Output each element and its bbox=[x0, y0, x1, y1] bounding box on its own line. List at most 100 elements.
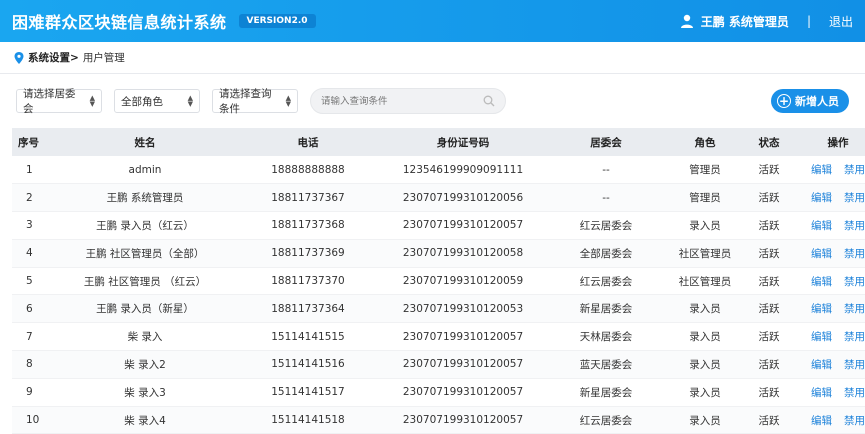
table-row: 8柴 录入2 15114141516 230707199310120057 蓝天居委会… bbox=[12, 350, 865, 379]
row-name: 柴 录入3 bbox=[52, 378, 238, 407]
row-id-number: 230707199310120053 bbox=[378, 294, 548, 324]
plus-circle-icon: + bbox=[777, 94, 791, 108]
filter-bar: 请选择居委会 ▲▼ 全部角色 ▲▼ 请选择查询条件 ▲▼ + 新增人员 bbox=[0, 74, 865, 128]
query-type-select[interactable]: 请选择查询条件 ▲ ▼ bbox=[212, 88, 298, 115]
row-status: 活跃 bbox=[746, 378, 792, 407]
row-id-number: 230707199310120059 bbox=[378, 267, 548, 296]
row-id-number: 230707199310120057 bbox=[378, 406, 548, 434]
row-phone: 18811737364 bbox=[238, 294, 378, 324]
edit-link[interactable]: 编辑 bbox=[811, 276, 832, 288]
logout-link[interactable]: 退出 bbox=[829, 13, 853, 30]
edit-link[interactable]: 编辑 bbox=[811, 331, 832, 343]
row-community: 红云居委会 bbox=[548, 267, 664, 296]
row-phone: 15114141515 bbox=[238, 322, 378, 352]
row-id-number: 230707199310120058 bbox=[378, 239, 548, 268]
add-user-button-label: 新增人员 bbox=[795, 95, 839, 108]
edit-link[interactable]: 编辑 bbox=[811, 415, 832, 427]
breadcrumb-current: 用户管理 bbox=[82, 52, 125, 64]
community-select-value: 请选择居委会 bbox=[23, 88, 76, 115]
row-actions: 编辑 禁用 bbox=[792, 211, 865, 240]
row-community: 天林居委会 bbox=[548, 322, 664, 352]
row-status: 活跃 bbox=[746, 322, 792, 352]
row-phone: 15114141516 bbox=[238, 350, 378, 379]
row-status: 活跃 bbox=[746, 267, 792, 296]
select-caret-icon: ▲ ▼ bbox=[187, 94, 193, 108]
row-actions: 编辑 禁用 bbox=[792, 406, 865, 434]
disable-link[interactable]: 禁用 bbox=[844, 303, 865, 315]
disable-link[interactable]: 禁用 bbox=[844, 415, 865, 427]
edit-link[interactable]: 编辑 bbox=[811, 192, 832, 204]
row-name: 柴 录入2 bbox=[52, 350, 238, 379]
disable-link[interactable]: 禁用 bbox=[844, 192, 865, 204]
row-index: 3 bbox=[12, 211, 52, 240]
row-phone: 18888888888 bbox=[238, 156, 378, 185]
edit-link[interactable]: 编辑 bbox=[811, 387, 832, 399]
app-title: 困难群众区块链信息统计系统 bbox=[12, 13, 227, 32]
row-role: 录入员 bbox=[664, 378, 746, 407]
user-name[interactable]: 王鹏 系统管理员 bbox=[701, 13, 789, 30]
role-select[interactable]: 全部角色 ▲ ▼ bbox=[114, 89, 200, 113]
table-row: 5 王鹏 社区管理员 （红云） 18811737370 230707199310120… bbox=[12, 267, 865, 296]
table-row: 6 王鹏 录入员（新星） 18811737364 230707199310120053… bbox=[12, 294, 865, 324]
search-box bbox=[310, 88, 506, 114]
edit-link[interactable]: 编辑 bbox=[811, 220, 832, 232]
add-user-button[interactable]: + 新增人员 bbox=[771, 89, 849, 113]
column-header: 身份证号码 bbox=[378, 128, 548, 156]
edit-link[interactable]: 编辑 bbox=[811, 359, 832, 371]
table-row: 7柴 录入 15114141515 230707199310120057 天林居委会录… bbox=[12, 322, 865, 352]
community-select[interactable]: 请选择居委会 ▲ ▼ bbox=[16, 88, 102, 115]
row-status: 活跃 bbox=[746, 183, 792, 213]
row-role: 录入员 bbox=[664, 294, 746, 324]
disable-link[interactable]: 禁用 bbox=[844, 359, 865, 371]
row-actions: 编辑 禁用 bbox=[792, 294, 865, 324]
breadcrumb-section[interactable]: 系统设置> bbox=[28, 50, 79, 65]
table-row: 9柴 录入3 15114141517 230707199310120057 新星居委会… bbox=[12, 378, 865, 407]
row-index: 4 bbox=[12, 239, 52, 268]
disable-link[interactable]: 禁用 bbox=[844, 331, 865, 343]
row-role: 录入员 bbox=[664, 211, 746, 240]
search-input[interactable] bbox=[321, 95, 483, 107]
row-index: 7 bbox=[12, 322, 52, 352]
row-status: 活跃 bbox=[746, 211, 792, 240]
edit-link[interactable]: 编辑 bbox=[811, 303, 832, 315]
table-header-row: 序号 姓名 电话 身份证号码 居委会 角色 状态 操作 bbox=[12, 128, 865, 156]
table-row: 4 王鹏 社区管理员（全部） 18811737369 2307071993101200… bbox=[12, 239, 865, 268]
row-name: admin bbox=[52, 156, 238, 185]
row-actions: 编辑 禁用 bbox=[792, 156, 865, 185]
table-row: 10 柴 录入4 15114141518 230707199310120057 红云居委… bbox=[12, 406, 865, 434]
search-icon[interactable] bbox=[483, 95, 495, 107]
location-pin-icon bbox=[14, 51, 24, 64]
row-role: 录入员 bbox=[664, 350, 746, 379]
row-community: 红云居委会 bbox=[548, 211, 664, 240]
row-phone: 18811737370 bbox=[238, 267, 378, 296]
row-index: 5 bbox=[12, 267, 52, 296]
row-phone: 15114141518 bbox=[238, 406, 378, 434]
row-status: 活跃 bbox=[746, 406, 792, 434]
row-name: 王鹏 录入员（新星） bbox=[52, 294, 238, 324]
disable-link[interactable]: 禁用 bbox=[844, 387, 865, 399]
query-type-select-value: 请选择查询条件 bbox=[219, 88, 272, 115]
row-phone: 18811737367 bbox=[238, 183, 378, 213]
row-index: 9 bbox=[12, 378, 52, 407]
row-status: 活跃 bbox=[746, 156, 792, 185]
row-actions: 编辑 禁用 bbox=[792, 267, 865, 296]
row-community: -- bbox=[548, 183, 664, 213]
separator: | bbox=[806, 14, 811, 28]
edit-link[interactable]: 编辑 bbox=[811, 248, 832, 260]
row-status: 活跃 bbox=[746, 294, 792, 324]
table-row: 2 王鹏 系统管理员 18811737367 230707199310120056 --… bbox=[12, 183, 865, 213]
disable-link[interactable]: 禁用 bbox=[844, 248, 865, 260]
row-role: 录入员 bbox=[664, 322, 746, 352]
row-status: 活跃 bbox=[746, 239, 792, 268]
row-index: 1 bbox=[12, 156, 52, 185]
edit-link[interactable]: 编辑 bbox=[811, 164, 832, 176]
row-index: 10 bbox=[12, 406, 52, 434]
disable-link[interactable]: 禁用 bbox=[844, 220, 865, 232]
row-index: 8 bbox=[12, 350, 52, 379]
row-actions: 编辑 禁用 bbox=[792, 239, 865, 268]
disable-link[interactable]: 禁用 bbox=[844, 164, 865, 176]
row-role: 社区管理员 bbox=[664, 267, 746, 296]
column-header: 姓名 bbox=[52, 128, 238, 156]
disable-link[interactable]: 禁用 bbox=[844, 276, 865, 288]
row-name: 王鹏 系统管理员 bbox=[52, 183, 238, 213]
